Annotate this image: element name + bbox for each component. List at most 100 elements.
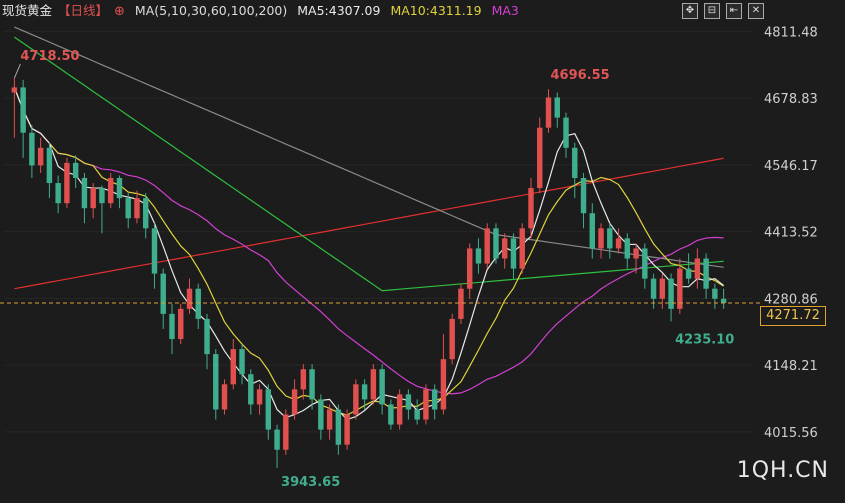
candle-body (291, 389, 298, 415)
candle-body (563, 117, 569, 148)
candle-body (650, 278, 657, 299)
candle-body (607, 228, 613, 249)
candle-body (90, 188, 96, 209)
candle-body (519, 228, 525, 269)
candle-body (405, 394, 412, 410)
candle-body (221, 384, 228, 410)
back-icon[interactable]: ⇤ (726, 3, 742, 19)
y-tick-label: 4678.83 (764, 92, 818, 107)
candle-body (326, 409, 333, 430)
candle-body (81, 178, 88, 209)
add-icon[interactable]: ⊕ (114, 4, 125, 19)
candle-body (186, 288, 193, 309)
candle-body (502, 238, 508, 259)
candle-body (370, 369, 377, 400)
annotation-pointer (13, 63, 21, 79)
candle-body (440, 359, 447, 410)
candlestick-chart[interactable]: 4811.484678.834546.174413.524280.864148.… (0, 0, 845, 503)
candle-body (458, 288, 464, 319)
candle-body (20, 87, 26, 133)
candle-body (423, 389, 429, 420)
candle-body (598, 228, 604, 249)
y-tick-label: 4546.17 (764, 159, 818, 174)
annotation-low-mid: 3943.65 (281, 475, 340, 490)
candle-body (624, 238, 631, 259)
candle-body (274, 429, 280, 450)
period-label[interactable]: 【日线】 (58, 3, 108, 18)
ma3-label: MA3 (491, 3, 519, 18)
candle-body (545, 97, 552, 128)
candle-body (160, 273, 166, 314)
ma10-line (13, 87, 724, 416)
candle-body (685, 268, 692, 279)
candle-body (449, 318, 455, 360)
candle-body (29, 132, 35, 166)
ma5-value: MA5:4307.09 (297, 3, 381, 18)
candle-body (107, 178, 114, 204)
candle-body (633, 248, 639, 259)
candle-body (239, 349, 245, 375)
annotation-low-right: 4235.10 (675, 332, 734, 347)
y-tick-label: 4015.56 (764, 426, 818, 441)
candle-body (248, 374, 254, 405)
candle-body (195, 288, 201, 319)
candle-body (668, 278, 674, 309)
candle-body (703, 258, 709, 289)
ma60-line (14, 36, 724, 292)
candle-body (659, 278, 666, 299)
candle-body (64, 162, 70, 204)
candle-body (300, 369, 307, 390)
candle-body (335, 409, 342, 445)
candle-body (55, 183, 61, 204)
candle-body (589, 213, 595, 249)
candle-body (344, 414, 350, 445)
ma200-line (14, 157, 724, 290)
candle-body (572, 147, 578, 178)
candle-body (265, 389, 272, 430)
candle-body (116, 178, 123, 199)
y-tick-label: 4148.21 (764, 359, 818, 374)
chart-window: 4811.48 4678.83 4546.17 4413.52 4280.86 4148.… (0, 0, 845, 503)
candle-body (493, 228, 499, 259)
y-tick-label: 4413.52 (764, 226, 818, 241)
candle-body (204, 318, 210, 355)
candle-body (361, 384, 368, 400)
ma5-line (13, 87, 724, 421)
candle-body (213, 354, 219, 410)
candle-body (46, 147, 53, 184)
candle-body (379, 369, 385, 405)
candle-body (169, 313, 175, 340)
collapse-icon[interactable]: ⊟ (704, 3, 720, 19)
candle-body (615, 238, 622, 249)
candle-body (318, 399, 324, 430)
candle-body (125, 198, 131, 219)
candle-body (554, 97, 560, 118)
close-icon[interactable]: ✕ (748, 3, 764, 19)
candle-body (388, 404, 394, 425)
candle-body (99, 188, 105, 204)
candle-body (283, 414, 289, 450)
candle-body (178, 308, 184, 340)
candle-body (11, 87, 18, 93)
candle-body (72, 162, 79, 178)
candle-body (475, 248, 482, 264)
candle-body (466, 248, 473, 289)
candle-body (580, 178, 587, 214)
candle-body (528, 188, 534, 229)
candle-body (353, 384, 359, 415)
watermark-logo: 1QH.CN (736, 458, 829, 483)
candle-body (510, 238, 517, 269)
current-price-tag: 4271.72 (760, 306, 826, 326)
candle-body (431, 389, 438, 410)
candle-body (396, 394, 403, 425)
annotation-high-right: 4696.55 (551, 68, 610, 83)
candle-body (484, 228, 490, 264)
instrument-title[interactable]: 现货黄金 (2, 3, 52, 18)
candle-body (256, 389, 263, 405)
ma10-value: MA10:4311.19 (390, 3, 482, 18)
crosshair-icon[interactable]: ✥ (682, 3, 698, 19)
ma-settings-label[interactable]: MA(5,10,30,60,100,200) (135, 3, 287, 18)
annotation-high-left: 4718.50 (20, 49, 79, 64)
candle-body (134, 198, 140, 219)
candle-body (230, 349, 236, 385)
